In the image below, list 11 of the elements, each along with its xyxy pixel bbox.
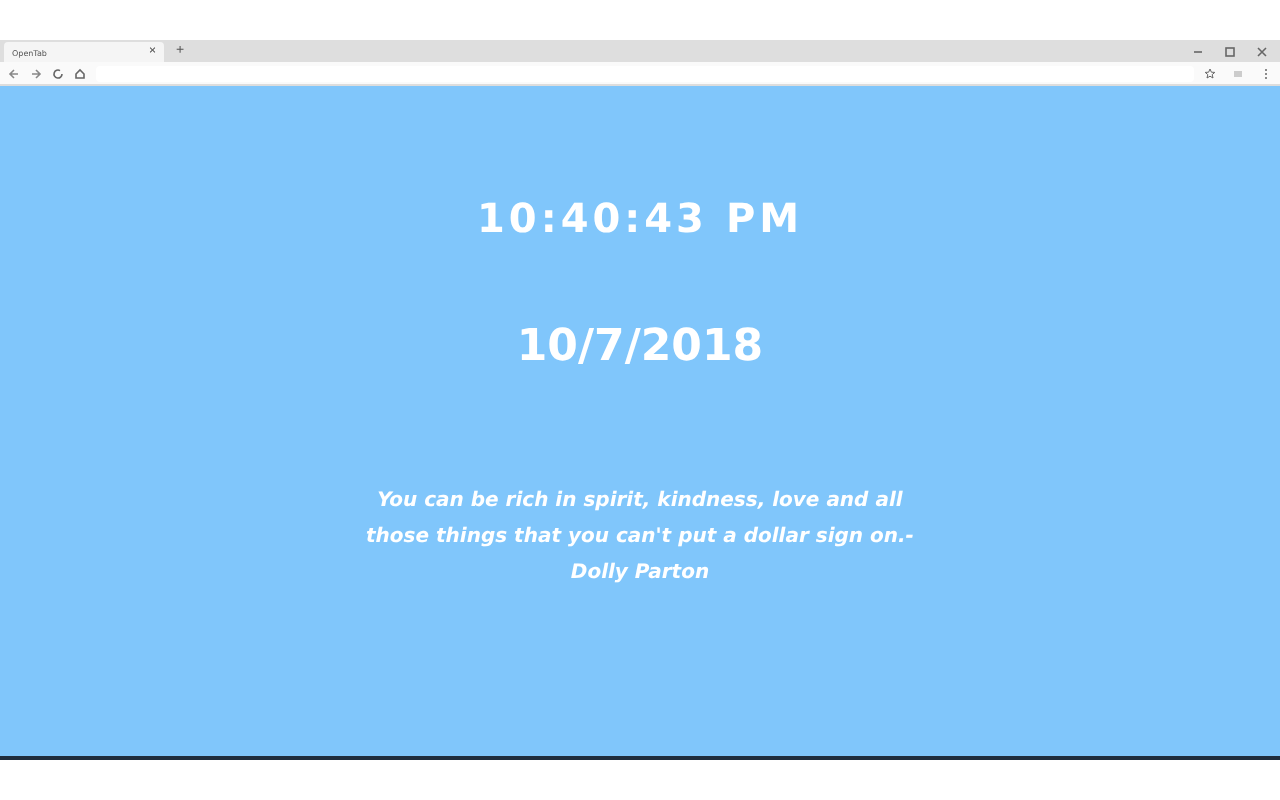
clock-date: 10/7/2018 [516, 322, 764, 372]
restore-icon[interactable] [1224, 45, 1236, 57]
close-icon[interactable] [1256, 45, 1268, 57]
back-icon[interactable] [8, 67, 20, 79]
clock-time: 10:40:43 PM [476, 194, 803, 242]
minimize-icon[interactable] [1192, 45, 1204, 57]
forward-icon[interactable] [30, 67, 42, 79]
home-icon[interactable] [74, 67, 86, 79]
reload-icon[interactable] [52, 67, 64, 79]
quote-text: You can be rich in spirit, kindness, love and all those things that you can't put a dollar sign on.- Dolly Parton [365, 488, 915, 588]
star-icon[interactable] [1204, 67, 1216, 79]
